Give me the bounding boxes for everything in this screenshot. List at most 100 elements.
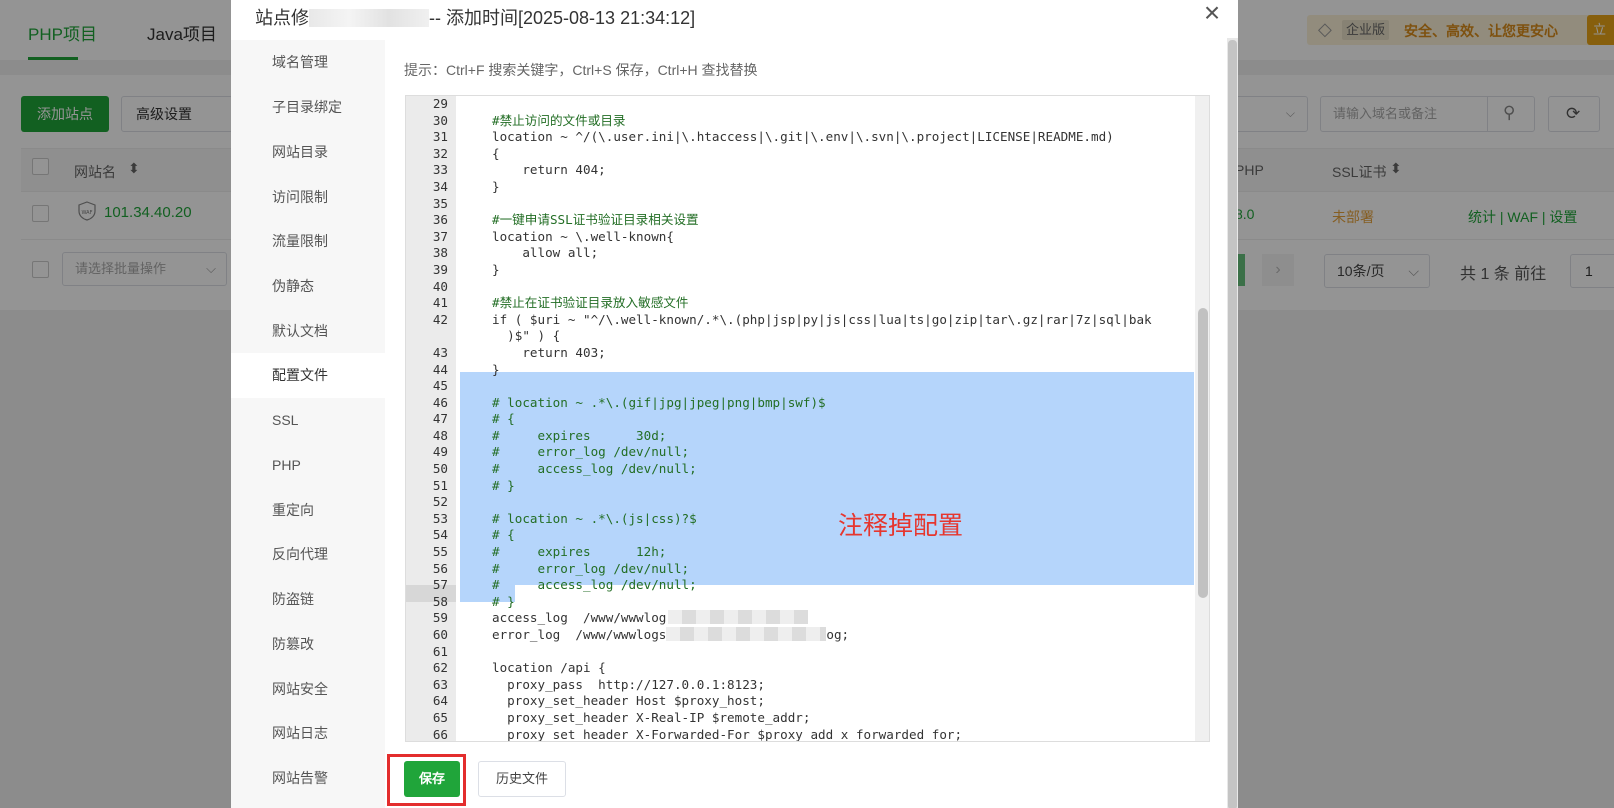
sidebar-item-site-security[interactable]: 网站安全 [231, 667, 385, 712]
line-code[interactable]: # expires 12h; [492, 544, 666, 561]
code-line[interactable]: 43 return 403; [406, 345, 1209, 362]
code-line[interactable]: 34} [406, 179, 1209, 196]
code-line[interactable]: 38 allow all; [406, 245, 1209, 262]
code-line[interactable]: 59 access_log /www/wwwlog [406, 610, 1209, 627]
sidebar-item-traffic-limit[interactable]: 流量限制 [231, 219, 385, 264]
sidebar-item-site-dir[interactable]: 网站目录 [231, 130, 385, 175]
code-line[interactable]: 63 proxy_pass http://127.0.0.1:8123; [406, 677, 1209, 694]
sidebar-item-access-limit[interactable]: 访问限制 [231, 175, 385, 220]
code-line[interactable]: 29 [406, 96, 1209, 113]
code-line[interactable]: 54 # { [406, 527, 1209, 544]
code-line[interactable]: )$" ) { [406, 328, 1209, 345]
sidebar-item-php[interactable]: PHP [231, 443, 385, 488]
code-line[interactable]: 47 # { [406, 411, 1209, 428]
code-line[interactable]: 35 [406, 196, 1209, 213]
code-line[interactable]: 39} [406, 262, 1209, 279]
sidebar-item-hotlink[interactable]: 防盗链 [231, 577, 385, 622]
code-line[interactable]: 50 # access_log /dev/null; [406, 461, 1209, 478]
line-number: 30 [432, 112, 448, 128]
sidebar-item-rewrite[interactable]: 伪静态 [231, 264, 385, 309]
code-lines[interactable]: 29 30 #禁止访问的文件或目录 31 location ~ ^/(\.user.in… [406, 96, 1209, 741]
sidebar-item-redirect[interactable]: 重定向 [231, 488, 385, 533]
code-line[interactable]: 31 location ~ ^/(\.user.ini|\.htaccess|\.… [406, 129, 1209, 146]
line-code[interactable]: # } [492, 478, 515, 495]
code-line[interactable]: 56 # error_log /dev/null; [406, 561, 1209, 578]
line-code[interactable]: proxy_set_header Host $proxy_host; [492, 693, 765, 710]
line-code[interactable]: } [492, 362, 500, 379]
line-code[interactable]: proxy_pass http://127.0.0.1:8123; [492, 677, 765, 694]
code-line[interactable]: 45 [406, 378, 1209, 395]
code-line[interactable]: 42 if ( $uri ~ "^/\.well-known/.*\.(php|j… [406, 312, 1209, 329]
line-code[interactable]: location ~ ^/(\.user.ini|\.htaccess|\.gi… [492, 129, 1114, 146]
line-code[interactable]: location ~ \.well-known{ [492, 229, 674, 246]
code-line[interactable]: 65 proxy_set_header X-Real-IP $remote_ad… [406, 710, 1209, 727]
line-code[interactable]: # access_log /dev/null; [492, 461, 697, 478]
code-line[interactable]: 49 # error_log /dev/null; [406, 444, 1209, 461]
code-line[interactable]: 64 proxy_set_header Host $proxy_host; [406, 693, 1209, 710]
line-code[interactable]: if ( $uri ~ "^/\.well-known/.*\.(php|jsp… [492, 312, 1152, 329]
code-line[interactable]: 61 [406, 644, 1209, 661]
code-line[interactable]: 37 location ~ \.well-known{ [406, 229, 1209, 246]
line-code[interactable]: )$" ) { [492, 328, 560, 345]
code-line[interactable]: 36 #一键申请SSL证书验证目录相关设置 [406, 212, 1209, 229]
code-line[interactable]: 46 # location ~ .*\.(gif|jpg|jpeg|png|bmp… [406, 395, 1209, 412]
line-code[interactable]: # } [492, 594, 515, 611]
line-code[interactable]: proxy_set_header X-Real-IP $remote_addr; [492, 710, 810, 727]
sidebar-item-domain[interactable]: 域名管理 [231, 40, 385, 85]
modal-scroll-thumb[interactable] [1228, 40, 1237, 808]
line-code[interactable]: access_log /www/wwwlog [492, 610, 809, 627]
sidebar-item-ssl[interactable]: SSL [231, 398, 385, 443]
code-line[interactable]: 41 #禁止在证书验证目录放入敏感文件 [406, 295, 1209, 312]
line-code[interactable]: # location ~ .*\.(gif|jpg|jpeg|png|bmp|s… [492, 395, 826, 412]
code-line[interactable]: 30 #禁止访问的文件或目录 [406, 112, 1209, 130]
sidebar-item-config-file[interactable]: 配置文件 [231, 353, 385, 398]
line-code[interactable]: error_log /www/wwwlogs og; [492, 627, 849, 644]
sidebar-item-default-doc[interactable]: 默认文档 [231, 309, 385, 354]
code-line[interactable]: 62 location /api { [406, 660, 1209, 677]
code-line[interactable]: 32 { [406, 146, 1209, 163]
line-code[interactable]: } [492, 262, 500, 279]
line-code[interactable]: #禁止访问的文件或目录 [492, 113, 626, 130]
line-number: 64 [432, 693, 448, 709]
line-code[interactable]: # { [492, 411, 515, 428]
config-code-editor[interactable]: 29 30 #禁止访问的文件或目录 31 location ~ ^/(\.user.in… [405, 95, 1210, 742]
line-number: 49 [432, 444, 448, 460]
line-code[interactable]: return 404; [492, 162, 605, 179]
line-code[interactable]: # error_log /dev/null; [492, 561, 689, 578]
line-code[interactable]: # expires 30d; [492, 428, 666, 445]
code-line[interactable]: 44} [406, 362, 1209, 379]
code-line[interactable]: 55 # expires 12h; [406, 544, 1209, 561]
line-code[interactable]: # error_log /dev/null; [492, 444, 689, 461]
code-line[interactable]: 60 error_log /www/wwwlogs og; [406, 627, 1209, 644]
sidebar-item-site-log[interactable]: 网站日志 [231, 711, 385, 756]
sidebar-item-subdir[interactable]: 子目录绑定 [231, 85, 385, 130]
sidebar-item-tamper-proof[interactable]: 防篡改 [231, 622, 385, 667]
line-code[interactable]: #一键申请SSL证书验证目录相关设置 [492, 212, 699, 229]
line-code[interactable]: location /api { [492, 660, 606, 677]
code-line[interactable]: 51 # } [406, 478, 1209, 495]
code-line[interactable]: 57 # access_log /dev/null; [406, 577, 1209, 594]
code-line[interactable]: 53 # location ~ .*\.(js|css)?$ [406, 511, 1209, 528]
line-code[interactable]: allow all; [492, 245, 598, 262]
close-icon[interactable]: × [1197, 0, 1227, 28]
history-file-button[interactable]: 历史文件 [478, 761, 566, 797]
line-code[interactable]: proxy_set_header X-Forwarded-For $proxy_… [492, 727, 962, 741]
code-line[interactable]: 48 # expires 30d; [406, 428, 1209, 445]
code-line[interactable]: 33 return 404; [406, 162, 1209, 179]
line-code[interactable]: } [492, 179, 500, 196]
line-code[interactable]: # location ~ .*\.(js|css)?$ [492, 511, 697, 528]
editor-scroll-thumb[interactable] [1198, 308, 1208, 598]
code-line[interactable]: 40 [406, 279, 1209, 296]
line-code[interactable]: #禁止在证书验证目录放入敏感文件 [492, 295, 689, 312]
line-code[interactable]: return 403; [492, 345, 605, 362]
code-line[interactable]: 52 [406, 494, 1209, 511]
line-code[interactable]: { [492, 146, 500, 163]
code-line[interactable]: 58 # } [406, 594, 1209, 611]
line-code[interactable]: # { [492, 527, 515, 544]
sidebar-item-site-alert[interactable]: 网站告警 [231, 756, 385, 801]
code-line[interactable]: 66 proxy_set_header X-Forwarded-For $pro… [406, 727, 1209, 741]
redacted-path [666, 627, 827, 641]
sidebar-item-reverse-proxy[interactable]: 反向代理 [231, 532, 385, 577]
line-code[interactable]: # access_log /dev/null; [492, 577, 697, 594]
save-button[interactable]: 保存 [404, 761, 460, 797]
